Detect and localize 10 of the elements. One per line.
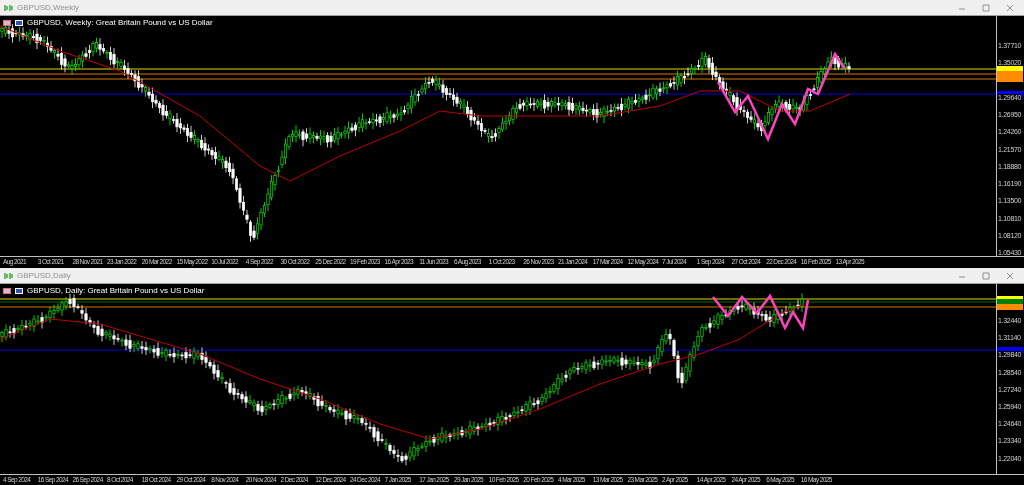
close-icon — [1005, 2, 1015, 13]
window-title: GBPUSD,Weekly — [17, 1, 81, 14]
maximize-icon — [981, 270, 991, 281]
chart-header: GBPUSD, Weekly: Great Britain Pound vs US Dollar — [27, 19, 213, 27]
chart-header: GBPUSD, Daily: Great Britain Pound vs US Dollar — [27, 287, 205, 295]
chart-icon — [4, 3, 13, 12]
maximize-icon — [981, 2, 991, 13]
close-icon — [1005, 270, 1015, 281]
chart-icon — [4, 271, 13, 280]
window-title: GBPUSD,Daily — [17, 269, 72, 282]
